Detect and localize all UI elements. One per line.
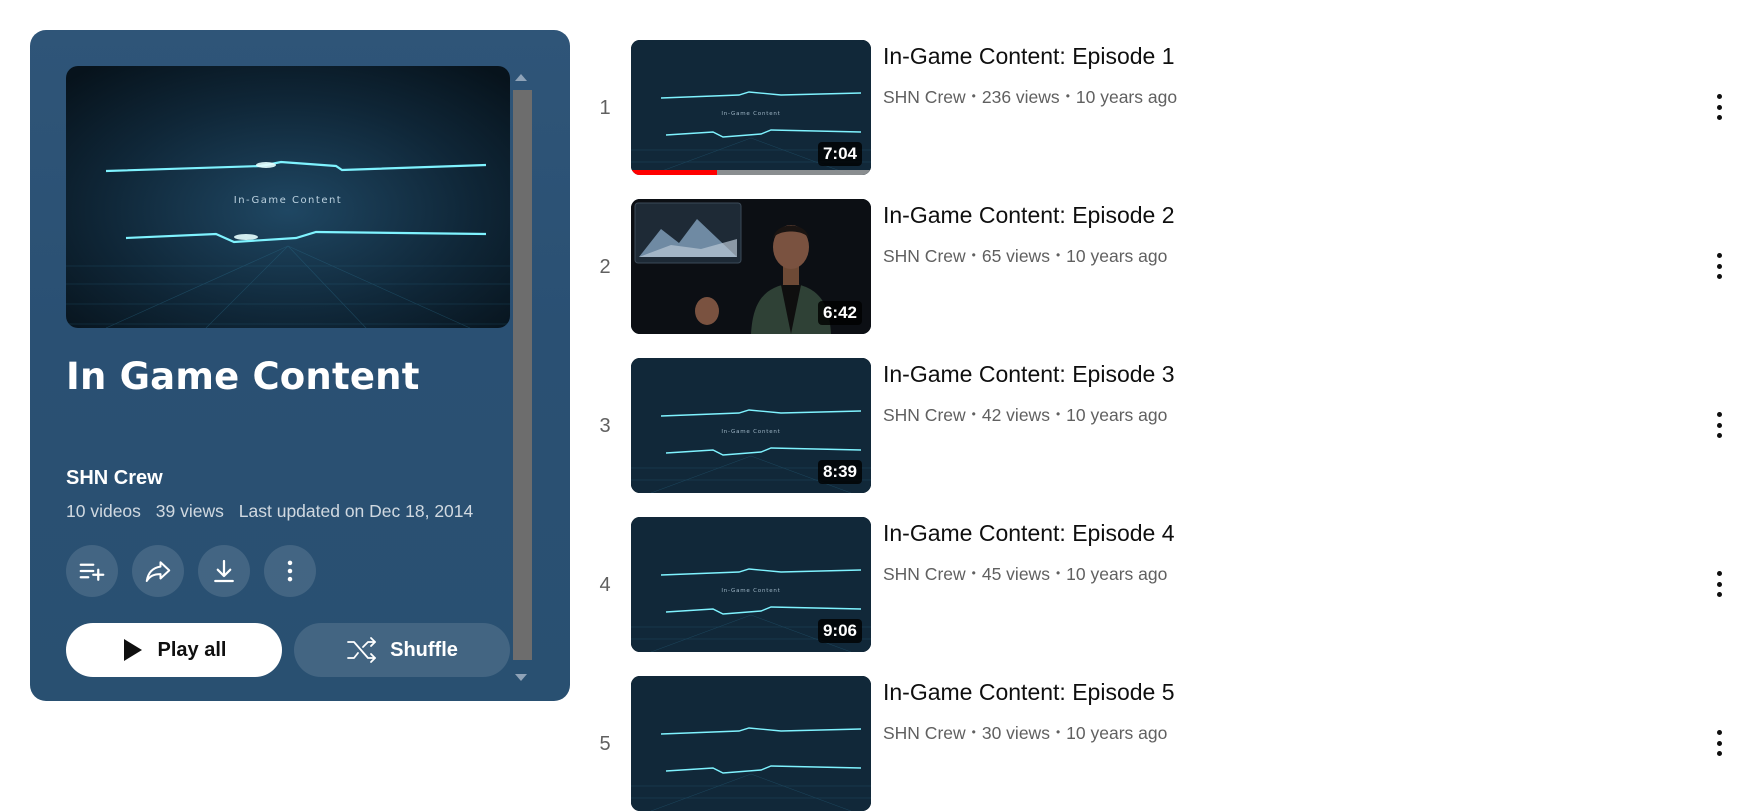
video-count: 10 videos: [66, 501, 141, 521]
video-thumbnail[interactable]: In-Game Content 7:04: [631, 40, 871, 175]
video-thumbnail[interactable]: In-Game Content 9:06: [631, 517, 871, 652]
separator-dot: •: [971, 725, 976, 740]
channel-name[interactable]: SHN Crew: [883, 87, 966, 107]
video-index: 3: [599, 415, 611, 437]
channel-name[interactable]: SHN Crew: [883, 405, 966, 425]
video-more-actions-button[interactable]: [1707, 90, 1731, 124]
play-all-label: Play all: [157, 638, 227, 661]
video-age: 10 years ago: [1066, 246, 1168, 266]
download-button[interactable]: [198, 545, 250, 597]
video-title[interactable]: In-Game Content: Episode 5: [883, 679, 1175, 706]
separator-dot: •: [971, 89, 976, 104]
video-duration: 9:06: [817, 619, 862, 643]
video-views: 65 views: [981, 246, 1050, 266]
watch-progress-bar: [631, 170, 871, 175]
video-meta: SHN Crew • 30 views • 10 years ago: [883, 723, 1167, 744]
more-actions-button[interactable]: [264, 545, 316, 597]
add-to-queue-icon: [79, 563, 105, 581]
playlist-views: 39 views: [155, 501, 224, 521]
video-views: 30 views: [981, 723, 1050, 743]
panel-scrollbar[interactable]: [510, 70, 532, 685]
add-to-queue-button[interactable]: [66, 545, 118, 597]
playlist-actions: [66, 545, 316, 597]
video-index: 4: [599, 574, 611, 596]
video-more-actions-button[interactable]: [1707, 249, 1731, 283]
playlist-video-row[interactable]: 1 In-Game Content 7:04 In-Game Content: …: [590, 40, 1749, 176]
playlist-title: In Game Content: [66, 355, 420, 398]
play-icon: [123, 639, 142, 661]
video-duration: 6:42: [817, 301, 862, 325]
video-thumbnail[interactable]: In-Game Content 8:39: [631, 358, 871, 493]
video-age: 10 years ago: [1066, 564, 1168, 584]
channel-name[interactable]: SHN Crew: [883, 246, 966, 266]
scroll-up-arrow-icon[interactable]: [515, 74, 527, 81]
separator-dot: •: [1055, 248, 1061, 263]
separator-dot: •: [971, 407, 976, 422]
playlist-header-panel: In-Game Content In Game Content SHN Crew…: [30, 30, 570, 701]
video-title[interactable]: In-Game Content: Episode 1: [883, 43, 1175, 70]
video-title[interactable]: In-Game Content: Episode 3: [883, 361, 1175, 388]
playlist-video-row[interactable]: 5 In-Game Content: Episode 5 SHN Crew • …: [590, 676, 1749, 812]
video-meta: SHN Crew • 236 views • 10 years ago: [883, 87, 1177, 108]
video-more-actions-button[interactable]: [1707, 408, 1731, 442]
channel-name[interactable]: SHN Crew: [883, 564, 966, 584]
video-thumbnail[interactable]: [631, 676, 871, 811]
video-duration: 7:04: [817, 142, 862, 166]
separator-dot: •: [1055, 566, 1061, 581]
video-meta: SHN Crew • 42 views • 10 years ago: [883, 405, 1167, 426]
video-views: 45 views: [981, 564, 1050, 584]
shuffle-label: Shuffle: [390, 638, 458, 661]
video-index: 5: [599, 733, 611, 755]
separator-dot: •: [1055, 725, 1061, 740]
video-meta: SHN Crew • 65 views • 10 years ago: [883, 246, 1167, 267]
playlist-thumbnail[interactable]: In-Game Content: [66, 66, 510, 328]
last-updated: Last updated on Dec 18, 2014: [238, 501, 474, 521]
watch-progress-fill: [631, 170, 718, 175]
separator-dot: •: [971, 248, 976, 263]
playlist-owner-link[interactable]: SHN Crew: [66, 467, 163, 490]
video-age: 10 years ago: [1075, 87, 1178, 107]
separator-dot: •: [1065, 89, 1070, 104]
shuffle-icon: [347, 637, 377, 663]
share-button[interactable]: [132, 545, 184, 597]
download-icon: [214, 559, 234, 583]
video-meta: SHN Crew • 45 views • 10 years ago: [883, 564, 1167, 585]
thumbnail-caption: In-Game Content: [721, 111, 780, 117]
video-thumbnail-art: [631, 676, 871, 811]
playlist-stats: 10 videos 39 views Last updated on Dec 1…: [66, 501, 483, 522]
separator-dot: •: [971, 566, 976, 581]
playlist-thumbnail-art: In-Game Content: [66, 66, 510, 328]
shuffle-button[interactable]: Shuffle: [294, 623, 510, 677]
playlist-thumbnail-caption: In-Game Content: [234, 195, 342, 206]
more-vert-icon: [287, 560, 293, 582]
video-title[interactable]: In-Game Content: Episode 4: [883, 520, 1175, 547]
scroll-down-arrow-icon[interactable]: [515, 674, 527, 681]
play-all-button[interactable]: Play all: [66, 623, 282, 677]
playlist-video-row[interactable]: 2 6:42 In-Game Content: Episode 2 SHN Cr…: [590, 199, 1749, 335]
share-icon: [145, 561, 171, 582]
scroll-thumb[interactable]: [513, 90, 532, 660]
thumbnail-caption: In-Game Content: [721, 429, 780, 435]
separator-dot: •: [1055, 407, 1061, 422]
video-views: 236 views: [981, 87, 1060, 107]
thumbnail-caption: In-Game Content: [721, 588, 780, 594]
video-more-actions-button[interactable]: [1707, 726, 1731, 760]
video-title[interactable]: In-Game Content: Episode 2: [883, 202, 1175, 229]
video-thumbnail[interactable]: 6:42: [631, 199, 871, 334]
video-more-actions-button[interactable]: [1707, 567, 1731, 601]
video-age: 10 years ago: [1066, 405, 1168, 425]
video-age: 10 years ago: [1066, 723, 1168, 743]
video-views: 42 views: [981, 405, 1050, 425]
video-index: 1: [599, 97, 611, 119]
video-index: 2: [599, 256, 611, 278]
video-duration: 8:39: [817, 460, 862, 484]
playlist-video-row[interactable]: 3 In-Game Content 8:39 In-Game Content: …: [590, 358, 1749, 494]
playlist-video-row[interactable]: 4 In-Game Content 9:06 In-Game Content: …: [590, 517, 1749, 653]
channel-name[interactable]: SHN Crew: [883, 723, 966, 743]
